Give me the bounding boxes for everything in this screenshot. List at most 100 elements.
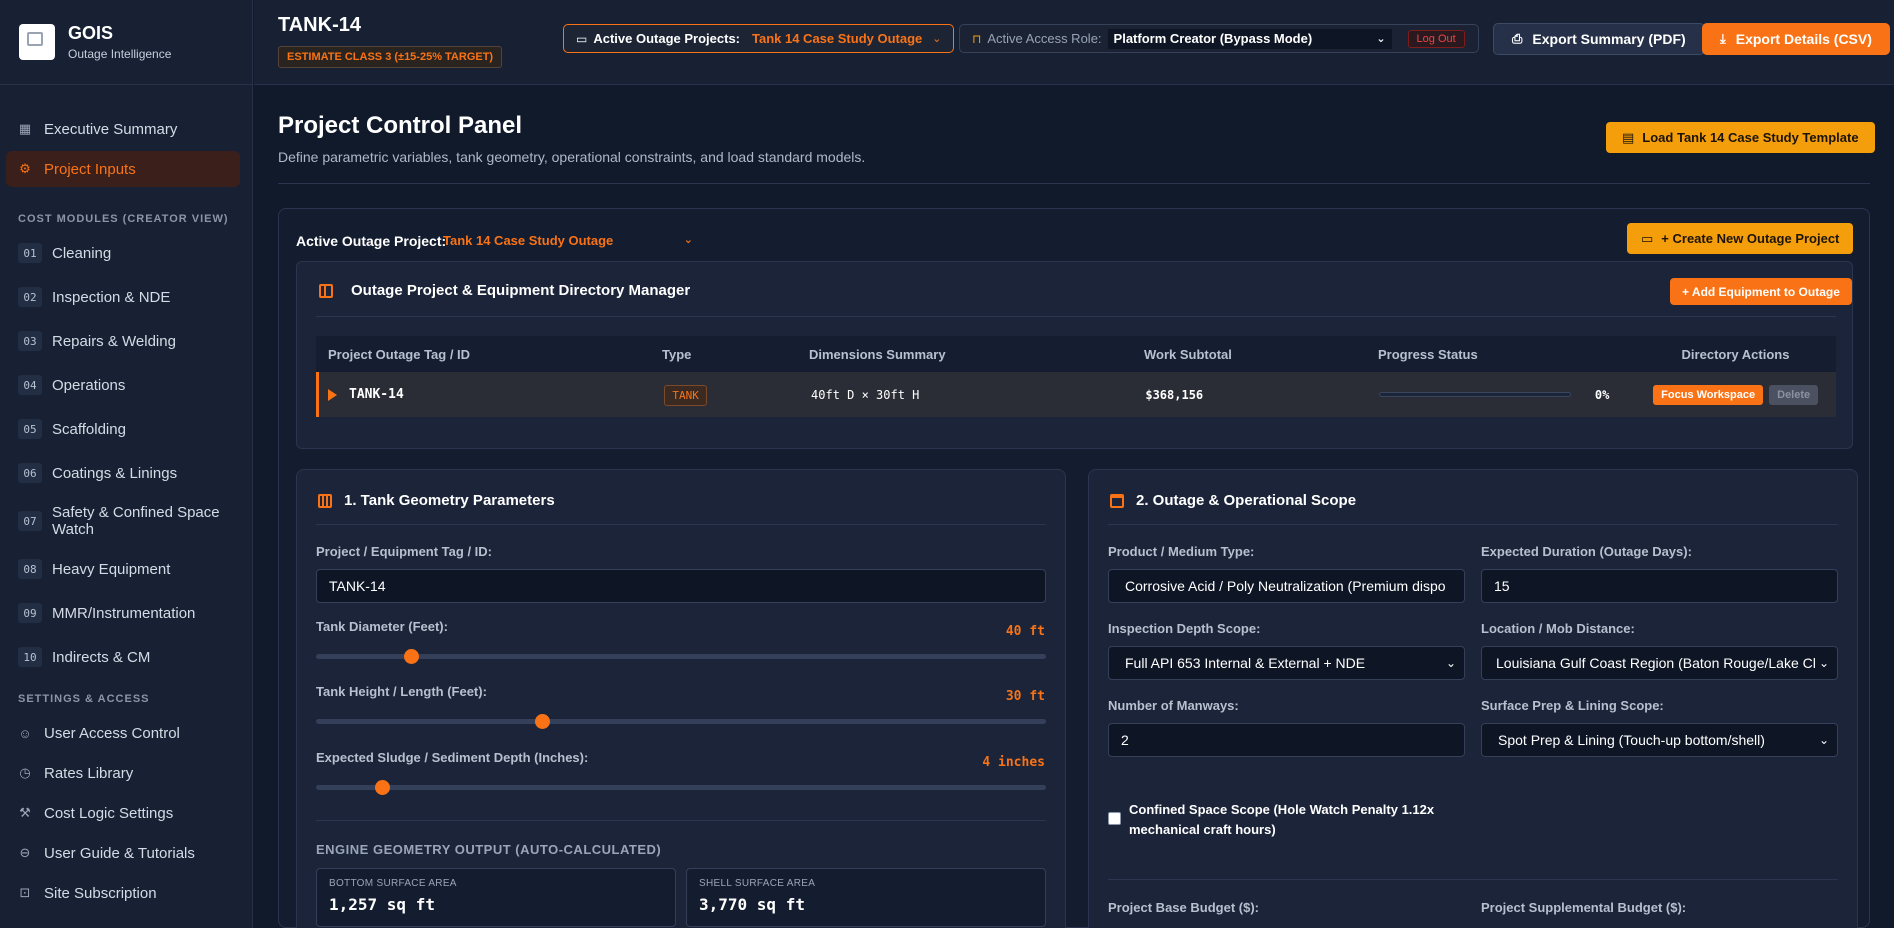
engine-output-title: ENGINE GEOMETRY OUTPUT (AUTO-CALCULATED) <box>316 842 662 857</box>
sidebar-item-rates-library[interactable]: ◷ Rates Library <box>6 755 240 791</box>
sidebar-item-module-10[interactable]: 10 Indirects & CM <box>6 639 240 675</box>
access-role-label: Active Access Role: <box>987 31 1102 46</box>
row-progress-cell: 0% <box>1378 387 1635 402</box>
column-header: Dimensions Summary <box>809 346 946 362</box>
sidebar-item-site-subscription[interactable]: ⊡ Site Subscription <box>6 875 240 911</box>
active-projects-value: Tank 14 Case Study Outage <box>752 31 923 46</box>
sidebar-item-label: User Access Control <box>44 724 180 742</box>
tag-input[interactable]: TANK-14 <box>316 569 1046 603</box>
height-slider[interactable] <box>316 714 1046 729</box>
sidebar-item-module-07[interactable]: 07 Safety & Confined Space Watch <box>6 499 240 543</box>
divider <box>1108 879 1838 880</box>
load-template-button[interactable]: ▤ Load Tank 14 Case Study Template <box>1606 122 1875 153</box>
module-number: 02 <box>18 287 42 307</box>
active-outage-value: Tank 14 Case Study Outage <box>443 233 614 248</box>
supplemental-budget-label: Project Supplemental Budget ($): <box>1481 900 1687 915</box>
sidebar-item-label: MMR/Instrumentation <box>52 604 196 622</box>
active-projects-dropdown[interactable]: ▭ Active Outage Projects: Tank 14 Case S… <box>563 24 955 53</box>
slider-thumb[interactable] <box>403 649 419 664</box>
export-csv-button[interactable]: ⤓ Export Details (CSV) <box>1702 23 1890 55</box>
active-projects-label: Active Outage Projects: <box>593 31 740 46</box>
metric-value: 1,257 sq ft <box>329 895 435 914</box>
add-equipment-button[interactable]: + Add Equipment to Outage <box>1670 278 1852 305</box>
chevron-down-icon: ⌄ <box>1818 656 1829 670</box>
metric-label: SHELL SURFACE AREA <box>699 878 816 889</box>
sidebar-item-label: Indirects & CM <box>52 648 151 666</box>
sidebar-item-user-guide[interactable]: ⊖ User Guide & Tutorials <box>6 835 240 871</box>
settings-heading: SETTINGS & ACCESS <box>18 693 150 705</box>
sidebar: GOIS Outage Intelligence ▦ Executive Sum… <box>0 0 253 928</box>
sidebar-item-label: Coatings & Linings <box>52 464 178 482</box>
access-role-select[interactable]: Platform Creator (Bypass Mode) ⌄ <box>1107 28 1392 49</box>
export-pdf-button[interactable]: ⎙ Export Summary (PDF) <box>1493 23 1705 55</box>
download-icon: ⤓ <box>1720 31 1726 46</box>
confined-space-checkbox[interactable] <box>1108 812 1121 825</box>
logout-button[interactable]: Log Out <box>1407 29 1465 48</box>
diameter-slider[interactable] <box>316 649 1046 664</box>
sidebar-item-label: Cost Logic Settings <box>44 804 174 822</box>
sidebar-item-module-03[interactable]: 03 Repairs & Welding <box>6 323 240 359</box>
lock-icon: ⊓ <box>972 31 982 46</box>
sidebar-item-cost-logic[interactable]: ⚒ Cost Logic Settings <box>6 795 240 831</box>
sidebar-item-project-inputs[interactable]: ⚙ Project Inputs <box>6 151 240 187</box>
divider <box>278 183 1870 184</box>
metric-label: BOTTOM SURFACE AREA <box>329 878 457 889</box>
document-icon: ▤ <box>1622 129 1635 145</box>
outage-panel: Active Outage Project: Tank 14 Case Stud… <box>278 208 1870 928</box>
column-header: Directory Actions <box>1681 346 1790 362</box>
sidebar-panel-icon <box>319 284 333 298</box>
progress-percent: 0% <box>1594 387 1610 402</box>
sidebar-item-label: Executive Summary <box>44 120 178 138</box>
shell-area-metric: SHELL SURFACE AREA 3,770 sq ft <box>686 868 1046 927</box>
slider-thumb[interactable] <box>535 714 551 729</box>
scope-card: 2. Outage & Operational Scope Product / … <box>1088 469 1858 928</box>
duration-input[interactable]: 15 <box>1481 569 1838 603</box>
sidebar-item-user-access[interactable]: ☺ User Access Control <box>6 715 240 751</box>
manways-input[interactable]: 2 <box>1108 723 1465 757</box>
divider <box>316 820 1046 821</box>
slider-thumb[interactable] <box>374 780 390 795</box>
height-label: Tank Height / Length (Feet): <box>316 684 487 699</box>
module-number: 09 <box>18 603 42 623</box>
delete-button[interactable]: Delete <box>1769 384 1819 405</box>
product-select[interactable]: Corrosive Acid / Poly Neutralization (Pr… <box>1108 569 1465 603</box>
module-number: 06 <box>18 463 42 483</box>
sidebar-item-module-08[interactable]: 08 Heavy Equipment <box>6 551 240 587</box>
sidebar-nav: ▦ Executive Summary ⚙ Project Inputs COS… <box>0 85 252 911</box>
sidebar-item-module-04[interactable]: 04 Operations <box>6 367 240 403</box>
access-role-group: ⊓ Active Access Role: Platform Creator (… <box>959 24 1479 53</box>
equipment-title: TANK-14 <box>278 14 361 36</box>
chevron-down-icon: ⌄ <box>932 33 942 45</box>
metric-value: 3,770 sq ft <box>699 895 805 914</box>
manways-label: Number of Manways: <box>1108 698 1239 713</box>
sidebar-item-executive-summary[interactable]: ▦ Executive Summary <box>6 111 240 147</box>
sludge-label: Expected Sludge / Sediment Depth (Inches… <box>316 750 589 765</box>
sludge-slider[interactable] <box>316 780 1046 795</box>
wrench-icon: ⚒ <box>19 805 31 820</box>
progress-bar <box>1378 392 1571 397</box>
active-outage-select[interactable]: Tank 14 Case Study Outage ⌄ <box>443 233 693 248</box>
sidebar-item-label: Repairs & Welding <box>52 332 176 350</box>
chevron-down-icon: ⌄ <box>1445 656 1456 670</box>
diameter-value: 40 ft <box>1005 624 1045 639</box>
surface-value: Spot Prep & Lining (Touch-up bottom/shel… <box>1498 732 1765 748</box>
top-bar: TANK-14 ESTIMATE CLASS 3 (±15-25% TARGET… <box>254 0 1894 85</box>
bottom-area-metric: BOTTOM SURFACE AREA 1,257 sq ft <box>316 868 676 927</box>
printer-icon: ⎙ <box>1512 31 1523 46</box>
focus-workspace-button[interactable]: Focus Workspace <box>1653 384 1764 405</box>
surface-select[interactable]: Spot Prep & Lining (Touch-up bottom/shel… <box>1481 723 1838 757</box>
module-number: 10 <box>18 647 42 667</box>
location-select[interactable]: Louisiana Gulf Coast Region (Baton Rouge… <box>1481 646 1838 680</box>
sidebar-item-module-09[interactable]: 09 MMR/Instrumentation <box>6 595 240 631</box>
directory-title: Outage Project & Equipment Directory Man… <box>351 282 691 299</box>
table-row[interactable]: TANK-14 TANK 40ft D × 30ft H $368,156 0%… <box>316 372 1836 417</box>
page-subtitle: Define parametric variables, tank geomet… <box>278 149 866 165</box>
sidebar-item-label: User Guide & Tutorials <box>44 844 195 862</box>
sidebar-item-module-02[interactable]: 02 Inspection & NDE <box>6 279 240 315</box>
create-outage-button[interactable]: ▭ + Create New Outage Project <box>1627 223 1854 254</box>
inspection-select[interactable]: Full API 653 Internal & External + NDE ⌄ <box>1108 646 1465 680</box>
row-dimensions: 40ft D × 30ft H <box>811 387 920 402</box>
sidebar-item-module-05[interactable]: 05 Scaffolding <box>6 411 240 447</box>
sidebar-item-module-06[interactable]: 06 Coatings & Linings <box>6 455 240 491</box>
sidebar-item-module-01[interactable]: 01 Cleaning <box>6 235 240 271</box>
